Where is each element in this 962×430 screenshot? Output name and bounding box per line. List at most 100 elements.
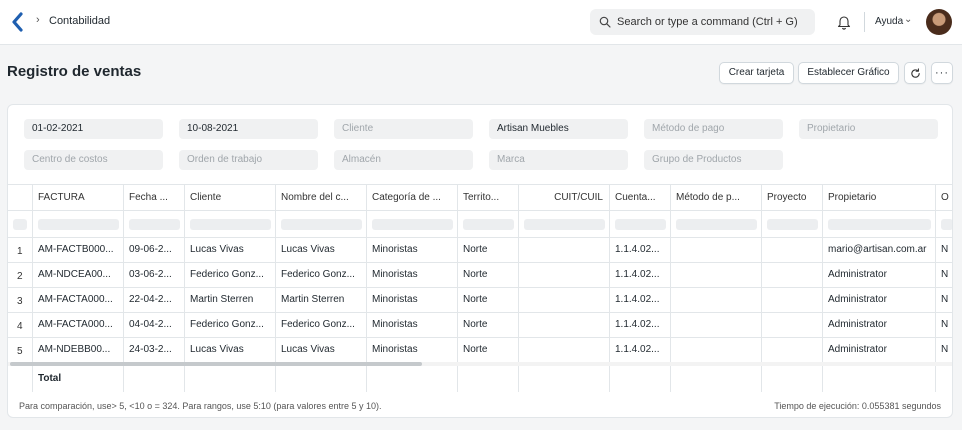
filter-propietario[interactable]: Propietario: [799, 119, 938, 139]
filter-grupo-de-productos[interactable]: Grupo de Productos: [644, 150, 783, 170]
filter-almacen[interactable]: Almacén: [334, 150, 473, 170]
table-cell[interactable]: Lucas Vivas: [281, 244, 365, 255]
table-cell[interactable]: 22-04-2...: [129, 294, 183, 305]
table-cell[interactable]: 04-04-2...: [129, 319, 183, 330]
table-cell[interactable]: 09-06-2...: [129, 244, 183, 255]
table-cell[interactable]: N: [941, 344, 952, 355]
column-header-propietario[interactable]: Propietario: [828, 192, 934, 203]
column-filter-input[interactable]: [828, 219, 931, 230]
table-cell[interactable]: AM-NDCEA00...: [38, 269, 122, 280]
table-cell[interactable]: N: [941, 294, 952, 305]
table-cell[interactable]: Administrator: [828, 294, 934, 305]
table-cell[interactable]: Administrator: [828, 344, 934, 355]
column-filter-input[interactable]: [38, 219, 119, 230]
table-cell[interactable]: Norte: [463, 294, 517, 305]
filter-orden-de-trabajo[interactable]: Orden de trabajo: [179, 150, 318, 170]
filter-hasta-fecha[interactable]: 10-08-2021: [179, 119, 318, 139]
column-header-cuenta[interactable]: Cuenta...: [615, 192, 669, 203]
table-cell[interactable]: mario@artisan.com.ar: [828, 244, 934, 255]
help-menu[interactable]: Ayuda: [875, 16, 903, 27]
column-filter-input[interactable]: [615, 219, 666, 230]
column-header-nombre-cliente[interactable]: Nombre del c...: [281, 192, 365, 203]
column-header-metodo-pago[interactable]: Método de p...: [676, 192, 760, 203]
table-cell[interactable]: Minoristas: [372, 244, 456, 255]
table-row[interactable]: 3 AM-FACTA000... 22-04-2... Martin Sterren M…: [8, 288, 952, 313]
table-cell[interactable]: Norte: [463, 319, 517, 330]
search-bar[interactable]: Search or type a command (Ctrl + G): [590, 9, 815, 35]
column-header-o[interactable]: O: [941, 192, 952, 203]
column-filter-input[interactable]: [463, 219, 514, 230]
table-cell[interactable]: Federico Gonz...: [281, 319, 365, 330]
table-cell[interactable]: 1.1.4.02...: [615, 294, 669, 305]
table-row[interactable]: 2 AM-NDCEA00... 03-06-2... Federico Gonz...…: [8, 263, 952, 288]
table-row[interactable]: 4 AM-FACTA000... 04-04-2... Federico Gonz..…: [8, 313, 952, 338]
more-options-button[interactable]: ···: [931, 62, 953, 84]
table-cell[interactable]: AM-FACTB000...: [38, 244, 122, 255]
table-cell[interactable]: Lucas Vivas: [281, 344, 365, 355]
table-cell[interactable]: 1.1.4.02...: [615, 244, 669, 255]
chevron-down-icon[interactable]: ⌄: [904, 14, 912, 25]
column-header-factura[interactable]: FACTURA: [38, 192, 122, 203]
table-cell[interactable]: Federico Gonz...: [281, 269, 365, 280]
column-filter-input[interactable]: [676, 219, 757, 230]
table-cell[interactable]: 1.1.4.02...: [615, 344, 669, 355]
table-cell[interactable]: 03-06-2...: [129, 269, 183, 280]
filter-metodo-de-pago[interactable]: Método de pago: [644, 119, 783, 139]
search-input[interactable]: Search or type a command (Ctrl + G): [617, 16, 798, 28]
user-avatar[interactable]: [926, 9, 952, 35]
column-filter-input[interactable]: [190, 219, 271, 230]
table-cell[interactable]: 24-03-2...: [129, 344, 183, 355]
table-cell[interactable]: Administrator: [828, 269, 934, 280]
table-cell[interactable]: AM-NDEBB00...: [38, 344, 122, 355]
table-cell[interactable]: 1.1.4.02...: [615, 319, 669, 330]
column-header-categoria[interactable]: Categoría de ...: [372, 192, 456, 203]
table-cell[interactable]: Minoristas: [372, 269, 456, 280]
table-cell[interactable]: N: [941, 244, 952, 255]
table-cell[interactable]: AM-FACTA000...: [38, 319, 122, 330]
table-total-row: Total: [8, 366, 952, 392]
table-cell[interactable]: Federico Gonz...: [190, 319, 274, 330]
table-cell[interactable]: Norte: [463, 244, 517, 255]
establecer-grafico-button[interactable]: Establecer Gráfico: [798, 62, 899, 84]
crear-tarjeta-button[interactable]: Crear tarjeta: [719, 62, 794, 84]
column-header-cuit-cuil[interactable]: CUIT/CUIL: [519, 192, 603, 203]
refresh-icon: [910, 68, 920, 78]
table-cell[interactable]: AM-FACTA000...: [38, 294, 122, 305]
column-filter-input[interactable]: [767, 219, 818, 230]
table-cell[interactable]: Martin Sterren: [281, 294, 365, 305]
filter-cliente[interactable]: Cliente: [334, 119, 473, 139]
table-cell[interactable]: N: [941, 269, 952, 280]
table-cell[interactable]: Minoristas: [372, 294, 456, 305]
table-cell[interactable]: Lucas Vivas: [190, 344, 274, 355]
table-row[interactable]: 1 AM-FACTB000... 09-06-2... Lucas Vivas Luca…: [8, 238, 952, 263]
refresh-button[interactable]: [904, 62, 926, 84]
filter-marca[interactable]: Marca: [489, 150, 628, 170]
column-filter-input[interactable]: [941, 219, 952, 230]
column-header-fecha[interactable]: Fecha ...: [129, 192, 183, 203]
filter-centro-de-costos[interactable]: Centro de costos: [24, 150, 163, 170]
column-filter-input[interactable]: [129, 219, 180, 230]
breadcrumb-chevron-icon: ›: [36, 14, 40, 26]
table-cell[interactable]: Lucas Vivas: [190, 244, 274, 255]
filter-desde-fecha[interactable]: 01-02-2021: [24, 119, 163, 139]
column-filter-input[interactable]: [281, 219, 362, 230]
table-row[interactable]: 5 AM-NDEBB00... 24-03-2... Lucas Vivas Lucas…: [8, 338, 952, 363]
table-cell[interactable]: 1.1.4.02...: [615, 269, 669, 280]
table-cell[interactable]: Norte: [463, 344, 517, 355]
breadcrumb-contabilidad[interactable]: Contabilidad: [49, 15, 110, 27]
table-cell[interactable]: Administrator: [828, 319, 934, 330]
table-cell[interactable]: Minoristas: [372, 344, 456, 355]
table-cell[interactable]: N: [941, 319, 952, 330]
column-filter-input[interactable]: [524, 219, 605, 230]
table-cell[interactable]: Federico Gonz...: [190, 269, 274, 280]
column-header-territorio[interactable]: Territo...: [463, 192, 517, 203]
table-cell[interactable]: Minoristas: [372, 319, 456, 330]
column-header-cliente[interactable]: Cliente: [190, 192, 274, 203]
column-filter-input[interactable]: [372, 219, 453, 230]
app-logo-icon[interactable]: [11, 12, 25, 32]
notifications-bell-icon[interactable]: [837, 14, 851, 30]
filter-compania[interactable]: Artisan Muebles: [489, 119, 628, 139]
table-cell[interactable]: Martin Sterren: [190, 294, 274, 305]
column-header-proyecto[interactable]: Proyecto: [767, 192, 821, 203]
table-cell[interactable]: Norte: [463, 269, 517, 280]
